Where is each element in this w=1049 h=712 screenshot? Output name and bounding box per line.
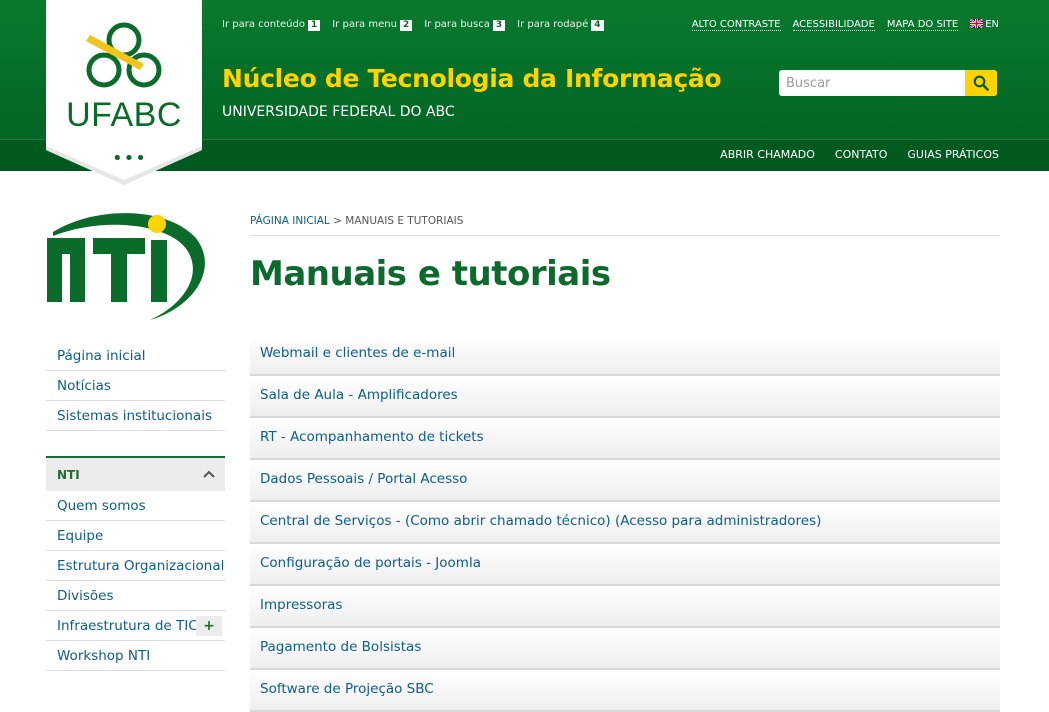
logo-dots: •••: [112, 148, 147, 169]
breadcrumb-home-link[interactable]: PÁGINA INICIAL: [250, 215, 330, 227]
search-icon: [973, 75, 989, 91]
sidebar-item-news[interactable]: Notícias: [46, 371, 225, 401]
sidebar-section-header[interactable]: NTI: [46, 456, 225, 491]
manuals-list: Webmail e clientes de e-mail Sala de Aul…: [250, 334, 1000, 712]
list-item[interactable]: RT - Acompanhamento de tickets: [250, 418, 1000, 460]
ufabc-logo[interactable]: UFABC •••: [46, 0, 202, 185]
nti-logo-icon: [47, 213, 205, 320]
breadcrumb-separator: >: [329, 215, 346, 227]
page-title: Manuais e tutoriais: [250, 254, 611, 294]
language-en-link[interactable]: EN: [969, 18, 999, 31]
list-item[interactable]: Sala de Aula - Amplificadores: [250, 376, 1000, 418]
skip-to-search-link[interactable]: Ir para busca 3: [424, 19, 506, 31]
skip-to-menu-link[interactable]: Ir para menu 2: [332, 19, 413, 31]
nav-contact[interactable]: CONTATO: [835, 148, 887, 161]
sidebar-item-label: Infraestrutura de TIC: [57, 618, 198, 634]
search-box: [779, 70, 997, 96]
utility-links: ALTO CONTRASTE ACESSIBILIDADE MAPA DO SI…: [691, 18, 999, 31]
list-item[interactable]: Dados Pessoais / Portal Acesso: [250, 460, 1000, 502]
skip-to-footer-link[interactable]: Ir para rodapé 4: [517, 19, 604, 31]
sidebar-menu: Página inicial Notícias Sistemas institu…: [46, 341, 225, 431]
sidebar-item-workshop[interactable]: Workshop NTI: [46, 641, 225, 671]
nav-practical-guides[interactable]: GUIAS PRÁTICOS: [907, 148, 999, 161]
nav-open-ticket[interactable]: ABRIR CHAMADO: [720, 148, 815, 161]
skip-links: Ir para conteúdo 1 Ir para menu 2 Ir para …: [222, 19, 604, 31]
list-item[interactable]: Webmail e clientes de e-mail: [250, 334, 1000, 376]
skip-to-content-link[interactable]: Ir para conteúdo 1: [222, 19, 321, 31]
list-item[interactable]: Impressoras: [250, 586, 1000, 628]
search-button[interactable]: [965, 70, 997, 96]
sidebar-item-about[interactable]: Quem somos: [46, 491, 225, 521]
sitemap-link[interactable]: MAPA DO SITE: [886, 19, 959, 31]
site-title[interactable]: Núcleo de Tecnologia da Informação: [222, 64, 722, 93]
expand-button[interactable]: +: [196, 616, 222, 636]
sidebar-item-team[interactable]: Equipe: [46, 521, 225, 551]
uk-flag-icon: [969, 18, 984, 29]
list-item[interactable]: Software de Projeção SBC: [250, 670, 1000, 712]
high-contrast-link[interactable]: ALTO CONTRASTE: [691, 19, 781, 31]
sidebar-section-title: NTI: [57, 468, 80, 482]
main-nav: ABRIR CHAMADO CONTATO GUIAS PRÁTICOS: [720, 148, 999, 161]
logo-text: UFABC: [66, 96, 182, 134]
sidebar-section-nti: NTI Quem somos Equipe Estrutura Organiza…: [46, 456, 225, 671]
accessibility-link[interactable]: ACESSIBILIDADE: [792, 19, 875, 31]
sidebar-item-divisions[interactable]: Divisões: [46, 581, 225, 611]
list-item[interactable]: Central de Serviços - (Como abrir chamad…: [250, 502, 1000, 544]
sidebar-item-home[interactable]: Página inicial: [46, 341, 225, 371]
sidebar-item-systems[interactable]: Sistemas institucionais: [46, 401, 225, 431]
nti-logo[interactable]: [45, 212, 205, 322]
chevron-up-icon[interactable]: [203, 458, 215, 493]
sidebar-item-org-structure[interactable]: Estrutura Organizacional: [46, 551, 225, 581]
list-item[interactable]: Configuração de portais - Joomla: [250, 544, 1000, 586]
list-item[interactable]: Pagamento de Bolsistas: [250, 628, 1000, 670]
site-subtitle: UNIVERSIDADE FEDERAL DO ABC: [222, 104, 455, 120]
search-input[interactable]: [779, 70, 973, 96]
sidebar-item-infrastructure[interactable]: Infraestrutura de TIC +: [46, 611, 225, 641]
breadcrumb-current: MANUAIS E TUTORIAIS: [345, 215, 464, 227]
breadcrumb: PÁGINA INICIAL > MANUAIS E TUTORIAIS: [250, 215, 1000, 236]
